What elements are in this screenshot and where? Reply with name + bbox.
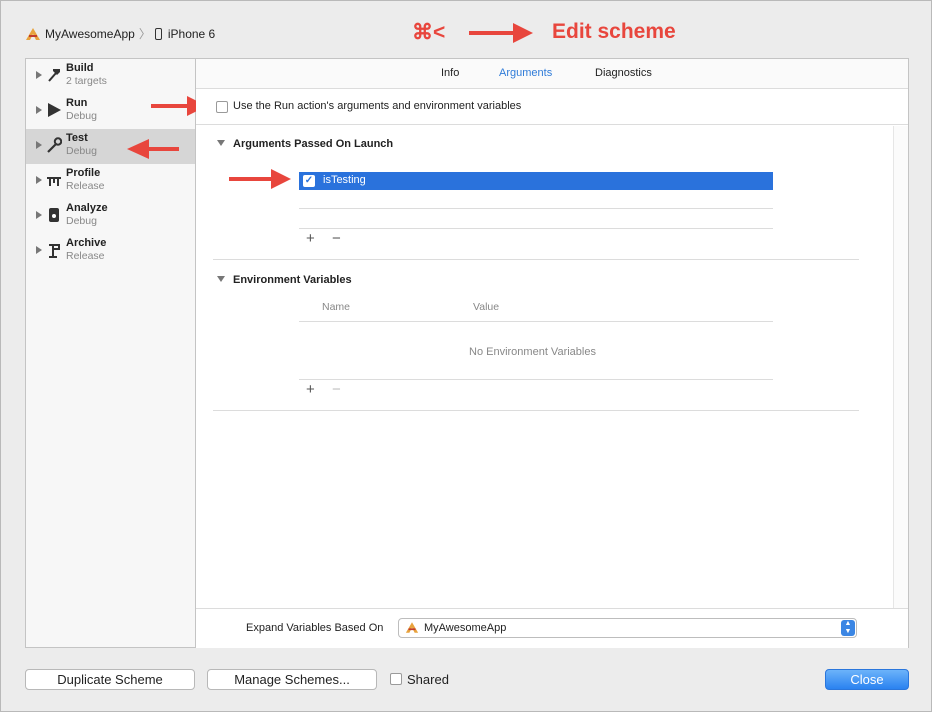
breadcrumb-project[interactable]: MyAwesomeApp bbox=[45, 27, 135, 41]
sidebar-item-sub: Debug bbox=[66, 215, 97, 227]
archive-icon bbox=[49, 244, 60, 258]
app-icon bbox=[405, 621, 419, 635]
expand-variables-bar: Expand Variables Based On MyAwesomeApp ▲… bbox=[196, 608, 908, 648]
disclosure-triangle-icon[interactable] bbox=[36, 71, 42, 79]
env-column-value[interactable]: Value bbox=[473, 301, 499, 313]
edit-scheme-window: MyAwesomeApp 〉 iPhone 6 ⌘< Edit scheme B… bbox=[0, 0, 932, 712]
arrow-left-icon bbox=[127, 139, 179, 159]
breadcrumb-chevron-icon: 〉 bbox=[138, 27, 151, 41]
disclosure-triangle-icon[interactable] bbox=[36, 211, 42, 219]
arrow-right-icon bbox=[469, 23, 533, 43]
sidebar-item-analyze[interactable]: Analyze Debug bbox=[26, 199, 195, 234]
remove-env-button[interactable]: − bbox=[332, 382, 341, 397]
disclosure-triangle-icon[interactable] bbox=[36, 176, 42, 184]
app-icon bbox=[25, 27, 41, 41]
divider bbox=[299, 379, 773, 380]
env-column-name[interactable]: Name bbox=[322, 301, 350, 313]
breadcrumb: MyAwesomeApp 〉 iPhone 6 bbox=[25, 25, 215, 42]
tab-bar: Info Arguments Diagnostics bbox=[196, 59, 908, 89]
add-argument-button[interactable]: + bbox=[306, 231, 315, 246]
wrench-icon bbox=[47, 137, 62, 153]
sidebar-item-name: Build bbox=[66, 62, 94, 74]
sidebar-item-name: Profile bbox=[66, 167, 101, 179]
expand-variables-value: MyAwesomeApp bbox=[424, 622, 507, 634]
sidebar-item-name: Analyze bbox=[66, 202, 108, 214]
arguments-section-title: Arguments Passed On Launch bbox=[233, 138, 394, 150]
play-icon bbox=[48, 103, 61, 117]
sidebar-item-sub: 2 targets bbox=[66, 75, 107, 87]
section-divider bbox=[213, 259, 859, 260]
divider bbox=[299, 228, 773, 229]
tab-arguments[interactable]: Arguments bbox=[499, 67, 552, 79]
divider bbox=[299, 321, 773, 322]
argument-enabled-checkbox[interactable]: ✓ bbox=[303, 175, 315, 187]
edit-scheme-annotation: Edit scheme bbox=[552, 20, 676, 43]
remove-argument-button[interactable]: − bbox=[332, 231, 341, 246]
arguments-scroll-area[interactable]: Arguments Passed On Launch ✓ isTesting +… bbox=[196, 126, 908, 608]
add-env-button[interactable]: + bbox=[306, 382, 315, 397]
shortcut-annotation: ⌘< bbox=[412, 21, 446, 44]
arrow-right-icon bbox=[229, 169, 291, 189]
sidebar-item-build[interactable]: Build 2 targets bbox=[26, 59, 195, 94]
section-collapse-triangle-icon[interactable] bbox=[217, 140, 225, 146]
chevron-updown-icon: ▲ ▼ bbox=[841, 620, 855, 636]
disclosure-triangle-icon[interactable] bbox=[36, 141, 42, 149]
vertical-scrollbar[interactable] bbox=[893, 126, 908, 608]
analyze-icon bbox=[49, 208, 59, 222]
disclosure-triangle-icon[interactable] bbox=[36, 246, 42, 254]
tab-info[interactable]: Info bbox=[441, 67, 459, 79]
expand-variables-label: Expand Variables Based On bbox=[246, 622, 384, 634]
sidebar-item-name: Archive bbox=[66, 237, 107, 249]
use-run-action-label: Use the Run action's arguments and envir… bbox=[233, 100, 522, 112]
shared-checkbox[interactable] bbox=[390, 673, 402, 685]
instruments-icon bbox=[47, 177, 61, 186]
duplicate-scheme-button[interactable]: Duplicate Scheme bbox=[25, 669, 195, 690]
shared-label: Shared bbox=[407, 672, 449, 687]
close-button[interactable]: Close bbox=[825, 669, 909, 690]
scheme-detail-panel: Info Arguments Diagnostics Use the Run a… bbox=[196, 58, 909, 648]
expand-variables-popup[interactable]: MyAwesomeApp ▲ ▼ bbox=[398, 618, 857, 638]
breadcrumb-device[interactable]: iPhone 6 bbox=[168, 27, 215, 41]
disclosure-triangle-icon[interactable] bbox=[36, 106, 42, 114]
sidebar-item-archive[interactable]: Archive Release bbox=[26, 234, 195, 269]
hammer-icon bbox=[48, 69, 60, 82]
tab-diagnostics[interactable]: Diagnostics bbox=[595, 67, 652, 79]
section-collapse-triangle-icon[interactable] bbox=[217, 276, 225, 282]
empty-env-text: No Environment Variables bbox=[469, 346, 596, 358]
titlebar: MyAwesomeApp 〉 iPhone 6 ⌘< Edit scheme bbox=[1, 1, 931, 57]
manage-schemes-button[interactable]: Manage Schemes... bbox=[207, 669, 377, 690]
use-run-action-checkbox[interactable] bbox=[216, 101, 228, 113]
iphone-icon bbox=[154, 27, 162, 40]
use-run-action-row: Use the Run action's arguments and envir… bbox=[196, 89, 908, 125]
divider bbox=[299, 208, 773, 209]
environment-section-title: Environment Variables bbox=[233, 274, 352, 286]
sidebar-item-profile[interactable]: Profile Release bbox=[26, 164, 195, 199]
sidebar-item-sub: Release bbox=[66, 180, 105, 192]
argument-row[interactable]: ✓ isTesting bbox=[299, 172, 773, 190]
sidebar-item-sub: Release bbox=[66, 250, 105, 262]
argument-value[interactable]: isTesting bbox=[323, 174, 366, 186]
section-divider bbox=[213, 410, 859, 411]
